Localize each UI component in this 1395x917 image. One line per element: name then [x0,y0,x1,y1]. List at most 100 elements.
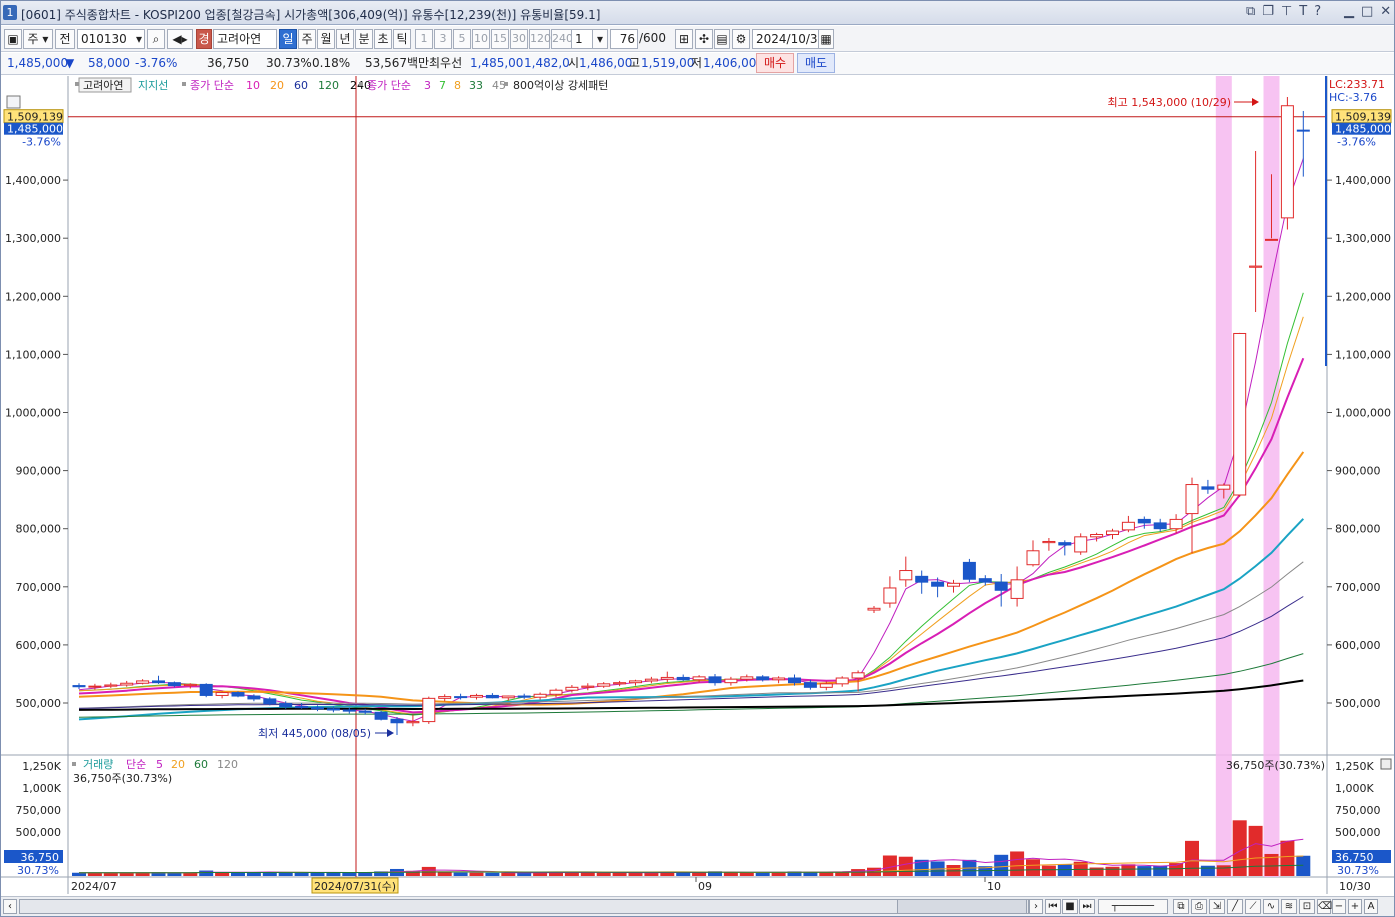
draw-wave-icon[interactable]: ∿ [1263,899,1279,914]
interval-button-5[interactable]: 30 [510,29,528,49]
draw-trend-icon[interactable]: ⟋ [1245,899,1261,914]
price-tick-right: 1,200,000 [1335,290,1391,303]
period-tab-2[interactable]: 월 [317,29,335,49]
buy-button[interactable]: 매수 [756,53,794,73]
date-input[interactable]: 2024/10/30 [752,29,825,49]
stock-code-input[interactable]: 010130 ▾ [77,29,145,49]
candle-body [613,682,627,685]
volume-legend-period: 5 [156,758,163,771]
period-tab-3[interactable]: 년 [336,29,354,49]
print-icon[interactable]: ⎙ [1191,899,1207,914]
auto-scale-icon[interactable]: A [1364,899,1378,914]
first-page-icon[interactable]: ⏮ [1045,899,1061,914]
candle-body [644,678,658,682]
chart-area[interactable]: 1,400,000 1,400,000 1,300,000 1,300,000 1,20… [1,76,1394,896]
zoom-in-icon[interactable]: ⊞ [675,29,693,49]
sell-button[interactable]: 매도 [797,53,835,73]
volume-bar [898,856,913,876]
export-icon[interactable]: ⇲ [1209,899,1225,914]
calendar-icon[interactable]: ▦ [818,29,834,49]
horizontal-scrollbar[interactable] [19,899,1029,914]
draw-line-icon[interactable]: ╱ [1227,899,1243,914]
candle[interactable] [1280,97,1294,230]
period-tab-0[interactable]: 일 [279,29,297,49]
candle[interactable] [231,691,245,698]
volume-bar [1137,866,1152,876]
period-tab-4[interactable]: 분 [355,29,373,49]
chevron-down-icon[interactable]: ▾ [136,30,142,48]
zoom-plus-icon[interactable]: + [1348,899,1362,914]
zoom-out-icon[interactable]: − [1332,899,1346,914]
zoom-slider[interactable]: ┬────── [1098,899,1168,914]
crosshair-icon[interactable]: ✣ [695,29,713,49]
interval-button-7[interactable]: 240 [551,29,573,49]
period-tab-1[interactable]: 주 [298,29,316,49]
draw-box-icon[interactable]: ⊡ [1299,899,1315,914]
candle-body [994,581,1008,591]
scroll-right-icon[interactable]: › [1029,899,1043,914]
current-price: 1,485,000 [7,56,69,70]
restore-panel-icon[interactable]: ❐ [1262,4,1274,19]
volume-bar [628,872,643,876]
x-label-oct: 10 [987,880,1001,893]
period-type-dropdown[interactable]: 주 ▾ [23,29,53,49]
chart-setting-icon[interactable]: ▣ [4,29,22,49]
candle-body [120,682,134,686]
candle[interactable] [962,558,976,583]
layout-icon[interactable]: ⧉ [1246,4,1255,19]
candle[interactable] [374,710,388,721]
close-icon[interactable]: ✕ [1380,4,1391,19]
gear-icon[interactable]: ⚙ [732,29,750,49]
stock-name-value: 고려아연 [217,32,262,46]
count-input[interactable]: 76 [610,29,638,49]
price-tick-left: 800,000 [16,523,62,536]
volume-panel-close-icon[interactable] [1380,758,1392,770]
scrollbar-thumb[interactable] [897,899,1027,914]
candle-body [1280,105,1294,219]
volume-ratio: 30.73% [266,56,312,70]
save-icon[interactable]: ▤ [714,29,730,49]
interval-button-2[interactable]: 5 [453,29,471,49]
pin-icon[interactable]: ⊤ [1281,4,1292,19]
legend-bullet [182,82,186,86]
scroll-left-icon[interactable]: ‹ [3,899,17,914]
speaker-icon[interactable]: ◀▸ [167,29,193,49]
candle[interactable] [199,683,213,698]
help-icon[interactable]: ? [1314,4,1321,19]
interval-button-0[interactable]: 1 [415,29,433,49]
stop-icon[interactable]: ■ [1062,899,1078,914]
candle-body [454,696,468,699]
last-change-left: -3.76% [22,136,61,149]
search-icon[interactable]: ⌕ [147,29,165,49]
candle-body [565,686,579,691]
copy-icon[interactable]: ⧉ [1173,899,1189,914]
stock-name-field[interactable]: 고려아연 [213,29,277,49]
candle[interactable] [1233,332,1247,497]
pattern-highlight [1215,76,1232,877]
period-tab-6[interactable]: 틱 [393,29,411,49]
volume-bar [87,872,102,876]
panel-menu-icon[interactable] [6,95,21,109]
crosshair-date: 2024/07/31(수) [314,880,396,893]
interval-spin-icon[interactable]: ▾ [592,29,608,49]
volume-bar [1185,840,1199,876]
interval-button-1[interactable]: 3 [434,29,452,49]
interval-button-6[interactable]: 120 [529,29,551,49]
interval-button-4[interactable]: 15 [491,29,509,49]
draw-fibo-icon[interactable]: ≋ [1281,899,1297,914]
candle[interactable] [422,696,436,724]
maximize-icon[interactable]: □ [1361,4,1373,19]
minimize-icon[interactable]: ▁ [1344,4,1354,19]
volume-tick-right: 750,000 [1335,804,1381,817]
interval-button-3[interactable]: 10 [472,29,490,49]
last-page-icon[interactable]: ⏭ [1079,899,1095,914]
candle[interactable] [1074,533,1088,555]
eraser-icon[interactable]: ⌫ [1317,899,1332,914]
chart-canvas[interactable]: 1,400,000 1,400,000 1,300,000 1,300,000 1,20… [1,76,1394,896]
text-icon[interactable]: T [1299,4,1307,19]
legend-ma2-label: 종가 단순 [367,79,411,92]
prev-button[interactable]: 전 [55,29,75,49]
quote-bar: 1,485,000 ▼ 58,000 -3.76% 36,750 30.73% … [1,53,1394,75]
period-tab-5[interactable]: 초 [374,29,392,49]
candle-body [88,685,102,688]
